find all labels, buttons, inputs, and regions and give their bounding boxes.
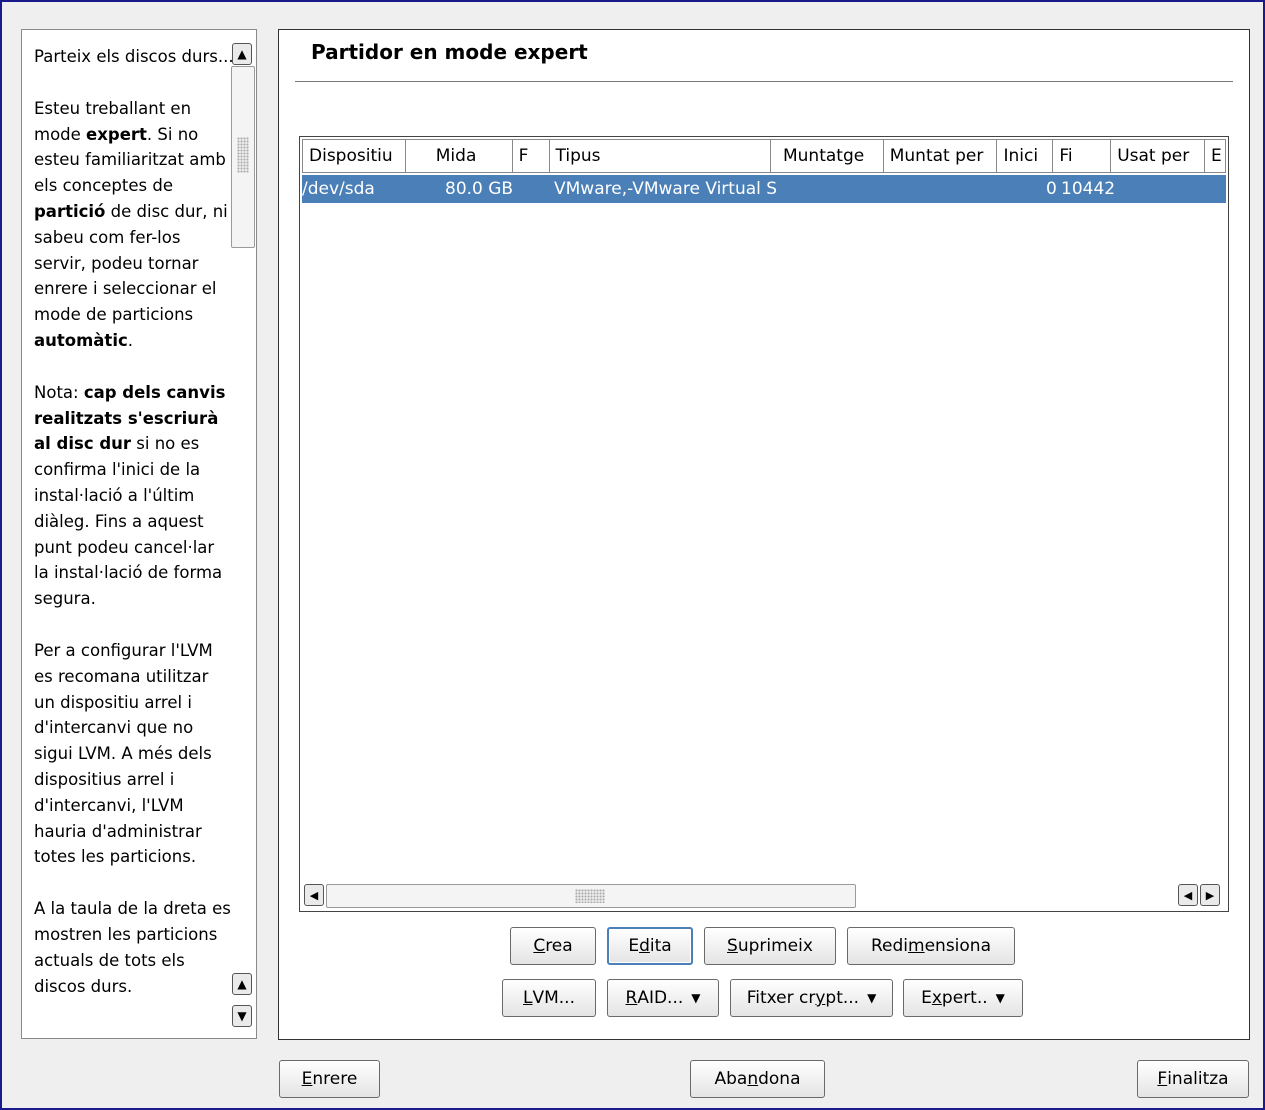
dropdown-arrow-icon: ▼: [691, 991, 701, 1005]
column-header-e[interactable]: E: [1205, 139, 1226, 173]
column-header-start[interactable]: Inici: [997, 139, 1054, 173]
column-header-f[interactable]: F: [512, 139, 550, 173]
help-paragraph-1: Parteix els discos durs...: [34, 47, 234, 66]
expert-button[interactable]: Ex pert.. ▼: [903, 979, 1023, 1017]
table-scrollbar-thumb[interactable]: [326, 884, 856, 908]
lvm-button[interactable]: L VM...: [502, 979, 596, 1017]
help-scroll-down-button[interactable]: ▼: [232, 1005, 252, 1027]
partition-table[interactable]: Dispositiu Mida F Tipus Muntatge Muntat …: [299, 136, 1229, 912]
column-header-type[interactable]: Tipus: [549, 139, 771, 173]
help-scroll-up-button[interactable]: ▲: [232, 43, 252, 65]
column-header-device[interactable]: Dispositiu: [302, 139, 406, 173]
cell-start: 0: [1046, 179, 1057, 199]
arrow-down-icon: ▼: [237, 1009, 247, 1023]
scroll-left-button[interactable]: ◀: [304, 884, 324, 906]
help-paragraph-3: Nota: cap dels canvis realitzats s'escri…: [34, 382, 226, 609]
dropdown-arrow-icon: ▼: [867, 991, 877, 1005]
arrow-left-icon: ◀: [309, 888, 319, 902]
column-header-end[interactable]: Fi: [1053, 139, 1112, 173]
help-panel: Parteix els discos durs... Esteu treball…: [21, 29, 257, 1039]
cell-device: /dev/sda: [302, 179, 375, 199]
resize-button[interactable]: Redi m ensiona: [847, 927, 1015, 965]
abort-button[interactable]: Aba n dona: [690, 1060, 825, 1098]
raid-button[interactable]: R AID... ▼: [607, 979, 719, 1017]
title-divider: [295, 81, 1233, 82]
scroll-right-button[interactable]: ▶: [1200, 884, 1220, 906]
back-button[interactable]: Enrere: [279, 1060, 380, 1098]
arrow-right-icon: ▶: [1205, 888, 1215, 902]
arrow-left-icon: ◀: [1183, 888, 1193, 902]
cell-type: VMware,-VMware Virtual S: [554, 179, 778, 199]
column-header-mount[interactable]: Muntatge: [770, 139, 884, 173]
finish-button[interactable]: Finalitza: [1137, 1060, 1249, 1098]
main-panel: Partidor en mode expert Dispositiu Mida …: [278, 29, 1250, 1040]
help-paragraph-5: A la taula de la dreta es mostren les pa…: [34, 899, 231, 996]
help-paragraph-4: Per a configurar l'LVM es recomana utili…: [34, 640, 213, 867]
column-header-used-by[interactable]: Usat per: [1111, 139, 1206, 173]
table-header: Dispositiu Mida F Tipus Muntatge Muntat …: [302, 139, 1226, 173]
delete-button[interactable]: Suprimeix: [704, 927, 836, 965]
table-horizontal-scrollbar[interactable]: ◀ ◀ ▶: [302, 883, 1228, 909]
scroll-left-button-right[interactable]: ◀: [1178, 884, 1198, 906]
create-button[interactable]: Crea: [510, 927, 596, 965]
arrow-up-icon: ▲: [237, 977, 247, 991]
help-scrollbar-thumb[interactable]: [231, 66, 255, 248]
help-text: Parteix els discos durs... Esteu treball…: [34, 44, 234, 1025]
column-header-size[interactable]: Mida: [405, 139, 513, 173]
arrow-up-icon: ▲: [237, 47, 247, 61]
crypt-file-button[interactable]: Fitxer cr y pt... ▼: [730, 979, 893, 1017]
grip-icon: [237, 137, 249, 173]
help-scroll-up-button-bottom[interactable]: ▲: [232, 973, 252, 995]
page-title: Partidor en mode expert: [311, 40, 588, 64]
grip-icon: [575, 889, 605, 903]
table-row-selected[interactable]: /dev/sda 80.0 GB VMware,-VMware Virtual …: [302, 175, 1226, 203]
edit-button[interactable]: Ed ita: [607, 927, 693, 965]
help-paragraph-2: Esteu treballant en mode expert. Si no e…: [34, 98, 228, 350]
cell-end: 10442: [1061, 179, 1116, 199]
cell-size: 80.0 GB: [445, 179, 514, 199]
column-header-mount-by[interactable]: Muntat per: [883, 139, 998, 173]
dropdown-arrow-icon: ▼: [995, 991, 1005, 1005]
